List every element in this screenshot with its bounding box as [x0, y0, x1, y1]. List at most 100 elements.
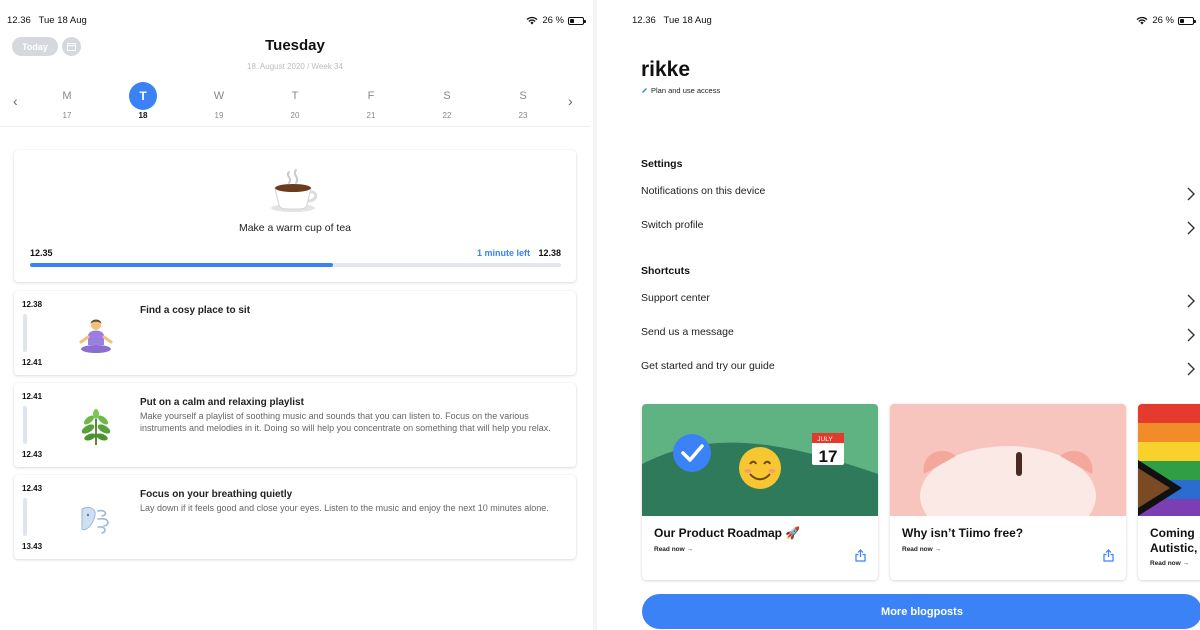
weekday-fri[interactable]: F 21: [351, 82, 391, 120]
blog-title: Coming Autistic,: [1150, 526, 1197, 556]
battery-icon: [1178, 16, 1196, 25]
activity-description: Lay down if it feels good and close your…: [140, 503, 549, 513]
weekday-sat[interactable]: S 22: [427, 82, 467, 120]
more-blogposts-button[interactable]: More blogposts: [642, 594, 1200, 629]
share-icon[interactable]: [1103, 549, 1114, 562]
activity-duration-bar: [23, 498, 27, 536]
blog-title: Our Product Roadmap 🚀: [654, 526, 801, 540]
current-activity-title: Make a warm cup of tea: [238, 222, 352, 234]
profile-name: rikke: [641, 58, 691, 81]
blog-title-line: Autistic,: [1150, 541, 1198, 555]
activity-end-time: 12.41: [22, 358, 43, 367]
status-indicators: 26 %: [526, 15, 586, 26]
weekday-letter: T: [291, 90, 299, 102]
activity-title: Focus on your breathing quietly: [140, 489, 293, 500]
read-now-link[interactable]: Read now →: [1150, 560, 1189, 567]
activity-card[interactable]: 12.43 13.43 Focus on your breathing quie…: [14, 475, 576, 559]
menu-item-guide[interactable]: Get started and try our guide: [641, 360, 1200, 380]
chevron-right-icon: [1187, 362, 1195, 376]
activity-start-time: 12.35: [30, 248, 53, 258]
pencil-icon: [642, 88, 647, 93]
wind-face-icon: [76, 499, 116, 539]
activity-title: Put on a calm and relaxing playlist: [140, 397, 304, 408]
next-week-chevron-icon[interactable]: ›: [568, 93, 573, 109]
status-time: 12.36: [7, 15, 31, 26]
profile-access-link[interactable]: Plan and use access: [641, 86, 720, 95]
weekday-number: 22: [442, 111, 452, 120]
activity-card[interactable]: 12.38 12.41 Find a cosy place to sit: [14, 291, 576, 375]
status-bar-left: 12.36 Tue 18 Aug: [7, 15, 87, 26]
weekday-letter: S: [519, 90, 527, 102]
chevron-right-icon: [1187, 187, 1195, 201]
status-indicators: 26 %: [1136, 15, 1196, 26]
status-bar-right: 12.36 Tue 18 Aug: [632, 15, 712, 26]
roadmap-illustration: JULY 17: [642, 404, 878, 516]
activity-start-time: 12.43: [22, 484, 43, 493]
week-divider: [0, 126, 590, 127]
menu-item-label: Get started and try our guide: [641, 360, 775, 372]
status-time: 12.36: [632, 15, 656, 26]
weekday-sun[interactable]: S 23: [503, 82, 543, 120]
activity-end-time: 12.38: [538, 248, 561, 258]
shortcuts-heading: Shortcuts: [641, 265, 691, 277]
battery-icon: [568, 16, 586, 25]
activity-card[interactable]: 12.41 12.43 Put on a calm and relaxing p…: [14, 383, 576, 467]
menu-item-label: Support center: [641, 292, 710, 304]
activity-duration-bar: [23, 406, 27, 444]
activity-start-time: 12.38: [22, 300, 43, 309]
activity-progress-fill: [30, 263, 333, 267]
weekday-number-selected: 18: [138, 111, 148, 120]
weekday-wed[interactable]: W 19: [199, 82, 239, 120]
weekday-letter: W: [213, 90, 225, 102]
status-date: Tue 18 Aug: [38, 15, 87, 26]
activity-description: Make yourself a playlist of soothing mus…: [140, 411, 551, 433]
wifi-icon: [526, 16, 538, 25]
current-activity-card[interactable]: Make a warm cup of tea 12.35 1 minute le…: [14, 150, 576, 282]
battery-percent: 26 %: [542, 15, 564, 26]
menu-item-notifications[interactable]: Notifications on this device: [641, 185, 1200, 205]
chevron-right-icon: [1187, 328, 1195, 342]
activity-title: Find a cosy place to sit: [140, 305, 251, 316]
menu-item-label: Switch profile: [641, 219, 704, 231]
activity-end-time: 12.43: [22, 450, 43, 459]
hot-beverage-icon: [14, 168, 576, 219]
share-icon[interactable]: [855, 549, 866, 562]
activity-end-time: 13.43: [22, 542, 43, 551]
activity-duration-bar: [23, 314, 27, 352]
weekday-tue[interactable]: T 18: [123, 82, 163, 120]
menu-item-label: Notifications on this device: [641, 185, 766, 197]
previous-week-chevron-icon[interactable]: ‹: [13, 93, 18, 109]
calendar-month: JULY: [817, 436, 833, 443]
day-title: Tuesday: [265, 37, 325, 54]
settings-heading: Settings: [641, 158, 683, 170]
profile-subtitle: Plan and use access: [651, 86, 721, 95]
chevron-right-icon: [1187, 221, 1195, 235]
blog-title: Why isn’t Tiimo free?: [902, 526, 1024, 540]
time-left-label: 1 minute left: [476, 248, 530, 258]
wifi-icon: [1136, 16, 1148, 25]
weekday-thu[interactable]: T 20: [275, 82, 315, 120]
chevron-right-icon: [1187, 294, 1195, 308]
day-subtitle: 18. August 2020 / Week 34: [247, 62, 343, 71]
battery-percent: 26 %: [1152, 15, 1174, 26]
menu-item-send-message[interactable]: Send us a message: [641, 326, 1200, 346]
menu-item-support-center[interactable]: Support center: [641, 292, 1200, 312]
weekday-letter: S: [443, 90, 451, 102]
weekday-letter: M: [62, 90, 72, 102]
weekday-number: 17: [62, 111, 72, 120]
read-now-link[interactable]: Read now →: [902, 546, 941, 553]
menu-item-label: Send us a message: [641, 326, 734, 338]
activity-start-time: 12.41: [22, 392, 43, 401]
blog-card-roadmap[interactable]: JULY 17 Our Product Roadmap 🚀 Read now →: [642, 404, 878, 580]
weekday-number: 23: [518, 111, 528, 120]
pride-flag-illustration: [1138, 404, 1200, 516]
blog-card-coming-autistic[interactable]: Coming Autistic, Read now →: [1138, 404, 1200, 580]
weekday-letter: F: [367, 90, 375, 102]
weekday-mon[interactable]: M 17: [47, 82, 87, 120]
meditation-icon: [76, 315, 116, 355]
weekday-number: 19: [214, 111, 224, 120]
status-date: Tue 18 Aug: [663, 15, 712, 26]
menu-item-switch-profile[interactable]: Switch profile: [641, 219, 1200, 239]
read-now-link[interactable]: Read now →: [654, 546, 693, 553]
blog-card-tiimo-free[interactable]: Why isn’t Tiimo free? Read now →: [890, 404, 1126, 580]
